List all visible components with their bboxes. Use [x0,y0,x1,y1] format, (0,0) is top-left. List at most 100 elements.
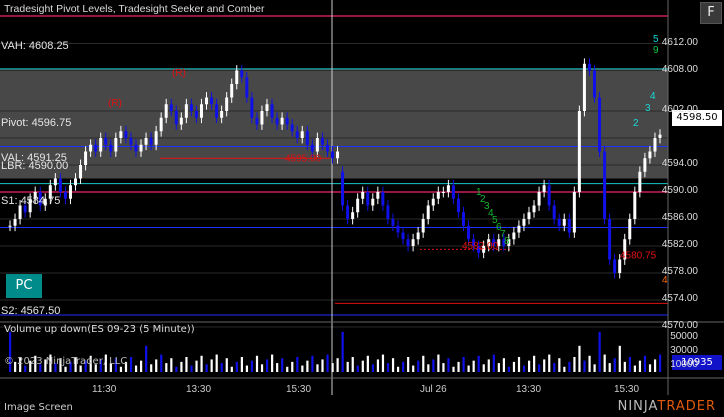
candle-up [351,212,355,219]
price-chart[interactable]: 4595.004582.004580.75(R)(R)5943212345678… [0,0,724,417]
volume-bar [603,354,606,372]
price-tick-label: 4602.00 [661,104,698,115]
volume-bar [316,364,319,372]
candle-up [436,192,440,199]
volume-panel-label: Volume up down(ES 09-23 (5 Minute)) [4,324,195,335]
candle-down [194,111,198,118]
volume-bar [220,363,223,372]
pivot-label: Pivot: 4596.75 [1,117,72,129]
level-label-4580-75: 4580.75 [620,250,657,261]
volume-bar [245,365,249,372]
candle-down [552,205,556,219]
candle-down [346,205,350,219]
vah-label: VAH: 4608.25 [1,40,69,52]
candle-up [638,171,642,192]
volume-bar [507,366,511,372]
candle-up [84,151,88,165]
volume-tick-label: 30000 [670,345,698,356]
candle-up [527,212,531,219]
volume-bar [326,354,329,372]
volume-tick-label: 10000 [670,359,698,370]
volume-bar [633,365,637,372]
volume-bar [653,359,657,372]
candle-up [119,131,123,138]
volume-bar [271,354,274,372]
candle-up [74,178,78,186]
candle-down [174,111,178,125]
volume-bar [235,361,238,372]
volume-bar [286,366,289,372]
volume-bar [417,360,420,372]
fullscreen-button[interactable]: F [700,2,722,24]
candle-down [613,259,617,273]
candle-down [567,219,571,233]
candle-down [305,131,309,145]
candle-up [441,192,445,193]
candle-down [270,104,274,118]
candle-down [295,131,299,138]
volume-bar [119,366,123,372]
volume-bar [588,355,591,372]
volume-bar [180,361,183,372]
candle-down [215,104,219,118]
volume-bar [512,361,516,372]
price-tick-label: 4612.00 [661,36,698,48]
volume-bar [371,364,374,372]
candle-up [68,185,72,199]
candle-up [618,259,622,273]
volume-bar [291,361,294,372]
pc-button[interactable]: PC [6,274,42,298]
candle-up [648,151,652,159]
volume-bar [618,345,621,372]
candle-up [315,138,319,152]
volume-bar [225,358,228,372]
candle-up [230,84,234,98]
candle-down [330,151,334,159]
volume-bar [351,356,354,372]
candle-up [542,185,546,192]
candle-down [603,151,607,219]
candle-up [159,117,163,132]
candle-up [577,111,581,192]
candle-down [386,205,390,219]
candle-up [235,70,239,84]
volume-bar [558,358,561,372]
candle-down [285,117,289,125]
volume-bar [265,359,269,372]
candle-up [446,185,450,192]
candle-down [58,178,62,192]
volume-bar [422,355,425,372]
volume-bar [396,366,400,372]
candle-up [512,232,516,240]
time-tick-label: 15:30 [286,384,312,395]
copyright-text: © 2023 NinjaTrader, LLC [4,356,128,367]
volume-bar [517,356,521,372]
volume-bar [336,358,339,372]
volume-bar [321,359,324,372]
s2-label: S2: 4567.50 [1,305,61,317]
candle-down [245,77,249,98]
candle-up [79,165,83,179]
chart-title: Tradesight Pivot Levels, Tradesight Seek… [4,3,265,15]
volume-bar [134,365,138,372]
lbr-label: LBR: 4590.00 [1,160,69,172]
candle-up [517,225,521,233]
volume-bar [573,356,576,372]
volume-bar [160,354,163,372]
candle-up [537,192,541,206]
volume-bar [331,363,334,372]
volume-bar [366,355,369,372]
volume-bar [482,364,485,372]
candle-down [461,212,465,226]
candle-up [371,198,375,206]
candle-down [109,144,113,152]
candle-up [431,198,435,206]
candle-up [114,138,118,152]
volume-bar [487,359,490,372]
volume-bar [230,366,233,372]
volume-bar [356,365,359,372]
price-tick-label: 4608.00 [661,63,698,75]
candle-up [13,219,17,226]
volume-bar [407,356,410,372]
candle-down [250,97,254,118]
